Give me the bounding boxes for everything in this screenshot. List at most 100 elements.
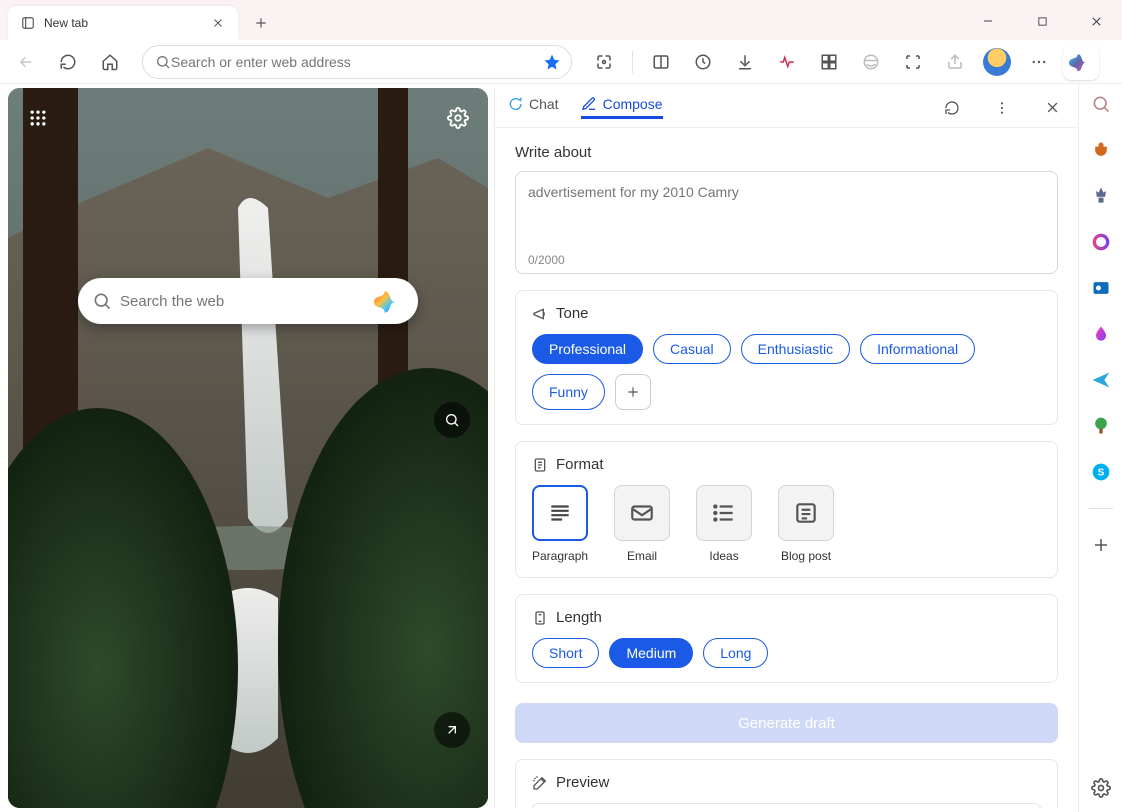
tab-compose-label: Compose <box>603 96 663 112</box>
length-options: Short Medium Long <box>532 638 1041 668</box>
format-options: Paragraph Email Ideas Blog post <box>532 485 1041 563</box>
length-option-long[interactable]: Long <box>703 638 768 668</box>
format-label: Format <box>556 456 604 473</box>
gear-icon[interactable] <box>442 102 474 134</box>
tab-compose[interactable]: Compose <box>581 96 663 119</box>
format-email-label: Email <box>627 549 657 563</box>
copilot-sidebar: Chat Compose Write about 0/2000 <box>494 88 1078 808</box>
toolbar-divider <box>632 51 633 73</box>
sidebar-drop-icon[interactable] <box>1087 320 1115 348</box>
screenshot-button[interactable] <box>895 44 931 80</box>
copilot-button[interactable] <box>1063 44 1099 80</box>
sidebar-add-icon[interactable] <box>1087 531 1115 559</box>
history-button[interactable] <box>685 44 721 80</box>
close-icon[interactable] <box>210 15 226 31</box>
edge-sidebar: S <box>1078 84 1122 812</box>
search-icon <box>92 291 112 311</box>
length-label: Length <box>556 609 602 626</box>
length-option-short[interactable]: Short <box>532 638 599 668</box>
format-option-email[interactable]: Email <box>614 485 670 563</box>
copilot-icon[interactable] <box>374 286 404 316</box>
new-tab-page <box>8 88 488 808</box>
profile-button[interactable] <box>979 44 1015 80</box>
format-card: Format Paragraph Email Ide <box>515 441 1058 578</box>
char-counter: 0/2000 <box>528 253 1045 267</box>
length-card: Length Short Medium Long <box>515 594 1058 683</box>
ntp-search-input[interactable] <box>120 293 374 310</box>
maximize-button[interactable] <box>1020 6 1064 36</box>
wand-icon <box>532 775 548 791</box>
length-option-medium[interactable]: Medium <box>609 638 693 668</box>
pane-close-button[interactable] <box>1038 94 1066 122</box>
browser-toolbar <box>0 40 1122 84</box>
tone-card: Tone Professional Casual Enthusiastic In… <box>515 290 1058 425</box>
minimize-button[interactable] <box>966 6 1010 36</box>
close-window-button[interactable] <box>1074 6 1118 36</box>
generate-draft-button[interactable]: Generate draft <box>515 703 1058 743</box>
tab-chat[interactable]: Chat <box>507 96 559 119</box>
expand-icon[interactable] <box>434 712 470 748</box>
home-button[interactable] <box>92 44 128 80</box>
copilot-tabs: Chat Compose <box>495 88 1078 128</box>
tone-label: Tone <box>556 305 589 322</box>
search-icon <box>155 54 171 70</box>
share-button[interactable] <box>937 44 973 80</box>
sidebar-outlook-icon[interactable] <box>1087 274 1115 302</box>
preview-output: Your AI generated content will be shown … <box>532 803 1041 808</box>
format-option-ideas[interactable]: Ideas <box>696 485 752 563</box>
new-tab-button[interactable] <box>244 6 278 40</box>
browser-tab[interactable]: New tab <box>8 6 238 40</box>
performance-button[interactable] <box>769 44 805 80</box>
window-controls <box>966 6 1118 36</box>
tab-chat-label: Chat <box>529 96 559 112</box>
downloads-button[interactable] <box>727 44 763 80</box>
tone-option-informational[interactable]: Informational <box>860 334 975 364</box>
format-paragraph-label: Paragraph <box>532 549 588 563</box>
sidebar-office-icon[interactable] <box>1087 228 1115 256</box>
address-input[interactable] <box>171 54 543 70</box>
sidebar-skype-icon[interactable]: S <box>1087 458 1115 486</box>
tab-page-icon <box>20 15 36 31</box>
ie-mode-button[interactable] <box>853 44 889 80</box>
avatar-icon <box>983 48 1011 76</box>
tone-option-funny[interactable]: Funny <box>532 374 605 410</box>
tone-option-professional[interactable]: Professional <box>532 334 643 364</box>
write-about-textarea[interactable] <box>528 184 1045 244</box>
tone-option-casual[interactable]: Casual <box>653 334 731 364</box>
format-option-paragraph[interactable]: Paragraph <box>532 485 588 563</box>
write-about-label: Write about <box>515 144 1058 161</box>
more-button[interactable] <box>1021 44 1057 80</box>
address-bar[interactable] <box>142 45 572 79</box>
add-tone-button[interactable] <box>615 374 651 410</box>
apps-grid-icon[interactable] <box>22 102 54 134</box>
ntp-search-box[interactable] <box>78 278 418 324</box>
split-screen-button[interactable] <box>643 44 679 80</box>
length-icon <box>532 610 548 626</box>
tone-options: Professional Casual Enthusiastic Informa… <box>532 334 1041 410</box>
sidebar-send-icon[interactable] <box>1087 366 1115 394</box>
tone-option-enthusiastic[interactable]: Enthusiastic <box>741 334 850 364</box>
back-button[interactable] <box>8 44 44 80</box>
pane-more-button[interactable] <box>988 94 1016 122</box>
refresh-button[interactable] <box>50 44 86 80</box>
tab-strip: New tab <box>0 0 1122 40</box>
pane-refresh-button[interactable] <box>938 94 966 122</box>
tab-title: New tab <box>44 16 210 30</box>
sidebar-tools-icon[interactable] <box>1087 182 1115 210</box>
sidebar-divider <box>1089 508 1113 509</box>
apps-button[interactable] <box>811 44 847 80</box>
sidebar-tree-icon[interactable] <box>1087 412 1115 440</box>
ntp-search-round-button[interactable] <box>434 402 470 438</box>
format-option-blog[interactable]: Blog post <box>778 485 834 563</box>
sidebar-shopping-icon[interactable] <box>1087 136 1115 164</box>
format-ideas-label: Ideas <box>709 549 738 563</box>
chat-icon <box>507 96 523 112</box>
compose-body: Write about 0/2000 Tone Professional Cas… <box>495 128 1078 808</box>
favorite-icon[interactable] <box>543 53 561 71</box>
sidebar-search-icon[interactable] <box>1087 90 1115 118</box>
sidebar-settings-icon[interactable] <box>1087 774 1115 802</box>
preview-label: Preview <box>556 774 609 791</box>
format-blog-label: Blog post <box>781 549 831 563</box>
write-about-input-card: 0/2000 <box>515 171 1058 274</box>
extensions-button[interactable] <box>586 44 622 80</box>
